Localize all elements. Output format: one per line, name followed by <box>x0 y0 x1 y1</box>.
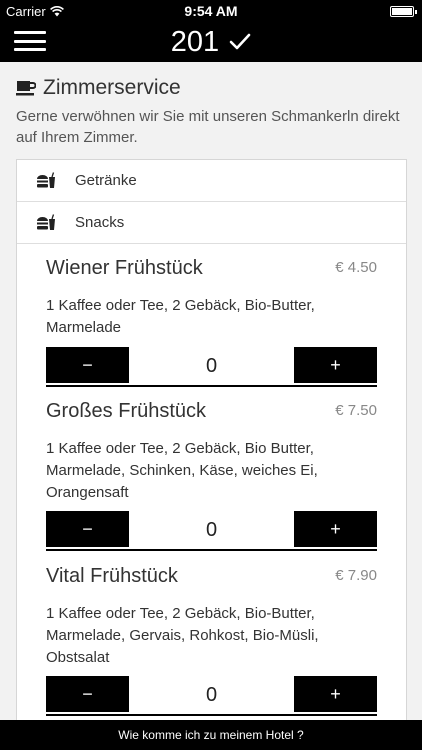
decrease-button[interactable]: − <box>46 511 129 547</box>
category-label: Getränke <box>75 172 137 189</box>
food-drink-icon <box>17 172 75 189</box>
product-description: 1 Kaffee oder Tee, 2 Gebäck, Bio-Butter,… <box>46 605 319 666</box>
hotel-directions-link[interactable]: Wie komme ich zu meinem Hotel ? <box>0 720 422 750</box>
product-item: Großes Frühstück € 7.50 1 Kaffee oder Te… <box>46 400 377 566</box>
increase-button[interactable]: + <box>294 511 377 547</box>
quantity-stepper: − 0 + <box>46 511 377 551</box>
increase-button[interactable]: + <box>294 347 377 383</box>
product-description: 1 Kaffee oder Tee, 2 Gebäck, Bio Butter,… <box>46 440 318 501</box>
product-name: Wiener Frühstück <box>46 257 203 279</box>
increase-button[interactable]: + <box>294 676 377 712</box>
product-price: € 7.50 <box>335 402 377 419</box>
product-price: € 7.90 <box>335 567 377 584</box>
status-bar: Carrier 9:54 AM <box>0 0 422 22</box>
intro-text: Gerne verwöhnen wir Sie mit unseren Schm… <box>16 108 400 146</box>
category-snacks[interactable]: Snacks <box>17 202 406 244</box>
page-title: Zimmerservice <box>43 76 181 99</box>
quantity-stepper: − 0 + <box>46 347 377 387</box>
product-item: Wiener Frühstück € 4.50 1 Kaffee oder Te… <box>46 257 377 401</box>
nav-bar: 201 <box>0 22 422 62</box>
category-label: Snacks <box>75 214 125 231</box>
product-item: Vital Frühstück € 7.90 1 Kaffee oder Tee… <box>46 565 377 720</box>
product-name: Vital Frühstück <box>46 565 178 587</box>
room-number: 201 <box>170 25 220 58</box>
food-drink-icon <box>17 214 75 231</box>
product-description: 1 Kaffee oder Tee, 2 Gebäck, Bio-Butter,… <box>46 297 315 336</box>
quantity-stepper: − 0 + <box>46 676 377 716</box>
main-content: Zimmerservice Gerne verwöhnen wir Sie mi… <box>0 62 422 720</box>
menu-panel: Getränke Snacks Wiener Frühstück € 4.50 … <box>16 159 407 720</box>
clock: 9:54 AM <box>184 3 238 19</box>
room-indicator: 201 <box>0 22 422 62</box>
decrease-button[interactable]: − <box>46 347 129 383</box>
section-header: Zimmerservice <box>16 76 181 100</box>
product-name: Großes Frühstück <box>46 400 207 422</box>
checkmark-icon <box>229 33 251 50</box>
quantity-value: 0 <box>205 519 218 541</box>
coffee-cup-icon <box>16 80 36 95</box>
battery-icon <box>390 6 417 17</box>
category-getraenke[interactable]: Getränke <box>17 160 406 202</box>
quantity-value: 0 <box>205 355 218 377</box>
decrease-button[interactable]: − <box>46 676 129 712</box>
quantity-value: 0 <box>205 684 218 706</box>
product-price: € 4.50 <box>335 259 377 276</box>
